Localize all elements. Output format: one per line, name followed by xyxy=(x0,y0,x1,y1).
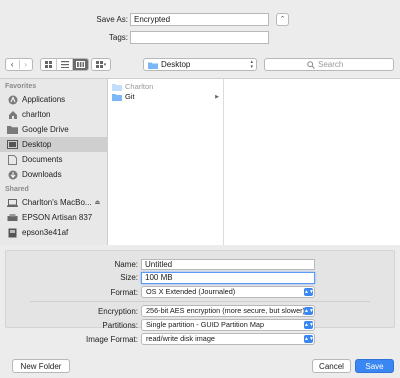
sidebar-item-label: Google Drive xyxy=(22,125,69,134)
disclosure-triangle-icon: ▶ xyxy=(215,93,219,100)
arrange-button[interactable]: ▾ xyxy=(91,58,111,71)
sidebar-item-label: epson3e41af xyxy=(22,228,69,237)
name-input[interactable]: Untitled xyxy=(141,259,315,270)
eject-icon[interactable]: ⏏ xyxy=(95,199,101,206)
search-placeholder: Search xyxy=(318,60,344,69)
save-as-label: Save As: xyxy=(96,15,128,24)
sidebar: Favorites Applications charlton Google D… xyxy=(0,79,108,245)
partitions-select[interactable]: Single partition - GUID Partition Map ▲▼ xyxy=(141,319,315,331)
favorites-heading: Favorites xyxy=(5,83,37,90)
icon-view-icon[interactable] xyxy=(41,59,57,70)
sidebar-item-epson3e41af[interactable]: epson3e41af xyxy=(0,225,108,240)
forward-arrow-icon[interactable]: › xyxy=(20,60,33,69)
chevron-up-icon: ⌃ xyxy=(279,16,286,23)
encryption-value: 256-bit AES encryption (more secure, but… xyxy=(146,306,305,315)
home-icon xyxy=(7,110,18,120)
list-view-icon[interactable] xyxy=(57,59,73,70)
updown-chevron-icon: ▲▼ xyxy=(304,288,314,296)
printer-icon xyxy=(7,228,18,238)
desktop-icon xyxy=(7,140,18,150)
sidebar-item-downloads[interactable]: Downloads xyxy=(0,167,108,182)
sidebar-item-desktop[interactable]: Desktop xyxy=(0,137,108,152)
partitions-value: Single partition - GUID Partition Map xyxy=(146,320,265,329)
sidebar-item-applications[interactable]: Applications xyxy=(0,92,108,107)
file-column: Charlton Git ▶ xyxy=(108,79,224,245)
sidebar-item-epson-artisan[interactable]: EPSON Artisan 837 xyxy=(0,210,108,225)
chevron-down-icon: ▾ xyxy=(103,61,107,68)
folder-icon xyxy=(7,125,18,135)
downloads-icon xyxy=(7,170,18,180)
back-arrow-icon[interactable]: ‹ xyxy=(6,60,20,69)
search-icon xyxy=(307,60,315,69)
sidebar-item-documents[interactable]: Documents xyxy=(0,152,108,167)
format-label: Format: xyxy=(110,288,138,297)
tags-label: Tags: xyxy=(108,33,128,42)
sidebar-item-label: Charlton's MacBo... xyxy=(22,198,92,207)
sidebar-item-google-drive[interactable]: Google Drive xyxy=(0,122,108,137)
updown-chevron-icon: ▲▼ xyxy=(304,307,314,315)
sidebar-item-label: Desktop xyxy=(22,140,52,149)
sidebar-item-macbook[interactable]: Charlton's MacBo... ⏏ xyxy=(0,195,108,210)
shared-heading: Shared xyxy=(5,186,29,193)
updown-chevron-icon: ▲▼ xyxy=(304,335,314,343)
column-view-icon[interactable] xyxy=(73,59,88,70)
image-format-label: Image Format: xyxy=(85,335,138,344)
location-popup[interactable]: Desktop ▴ ▾ xyxy=(143,58,257,71)
file-name: Git xyxy=(125,92,135,101)
view-mode-control[interactable] xyxy=(40,58,89,71)
format-value: OS X Extended (Journaled) xyxy=(146,287,236,296)
name-label: Name: xyxy=(114,260,138,269)
sidebar-item-charlton[interactable]: charlton xyxy=(0,107,108,122)
divider xyxy=(30,301,370,302)
new-folder-button[interactable]: New Folder xyxy=(12,359,70,373)
size-input[interactable]: 100 MB xyxy=(141,272,315,284)
back-forward-control[interactable]: ‹ › xyxy=(5,58,33,71)
updown-chevron-icon: ▴ ▾ xyxy=(250,59,253,70)
sidebar-item-label: EPSON Artisan 837 xyxy=(22,213,93,222)
encryption-label: Encryption: xyxy=(97,307,138,316)
folder-icon xyxy=(112,93,122,101)
save-as-input[interactable]: Encrypted xyxy=(130,13,269,26)
applications-icon xyxy=(7,95,18,105)
image-format-value: read/write disk image xyxy=(146,334,215,343)
folder-icon xyxy=(148,62,158,69)
preview-column xyxy=(224,79,400,245)
format-select[interactable]: OS X Extended (Journaled) ▲▼ xyxy=(141,286,315,298)
sidebar-item-label: charlton xyxy=(22,110,51,119)
document-icon xyxy=(7,154,18,165)
image-format-select[interactable]: read/write disk image ▲▼ xyxy=(141,333,315,345)
folder-icon xyxy=(112,83,122,91)
laptop-icon xyxy=(7,198,18,208)
file-name: Charlton xyxy=(125,82,154,91)
size-label: Size: xyxy=(120,273,138,282)
location-label: Desktop xyxy=(161,60,191,69)
partitions-label: Partitions: xyxy=(102,321,138,330)
list-item[interactable]: Git ▶ xyxy=(112,91,222,102)
file-browser: Favorites Applications charlton Google D… xyxy=(0,78,400,245)
sidebar-item-label: Downloads xyxy=(22,170,62,179)
printer-icon xyxy=(7,213,18,223)
save-button[interactable]: Save xyxy=(355,359,394,373)
tags-input[interactable] xyxy=(130,31,269,44)
cancel-button[interactable]: Cancel xyxy=(312,359,351,373)
encryption-select[interactable]: 256-bit AES encryption (more secure, but… xyxy=(141,305,315,317)
updown-chevron-icon: ▲▼ xyxy=(304,321,314,329)
sidebar-item-label: Applications xyxy=(22,95,66,104)
search-field[interactable]: Search xyxy=(264,58,394,71)
collapse-button[interactable]: ⌃ xyxy=(276,13,289,26)
arrange-grid-icon xyxy=(95,61,103,68)
sidebar-item-label: Documents xyxy=(22,155,63,164)
